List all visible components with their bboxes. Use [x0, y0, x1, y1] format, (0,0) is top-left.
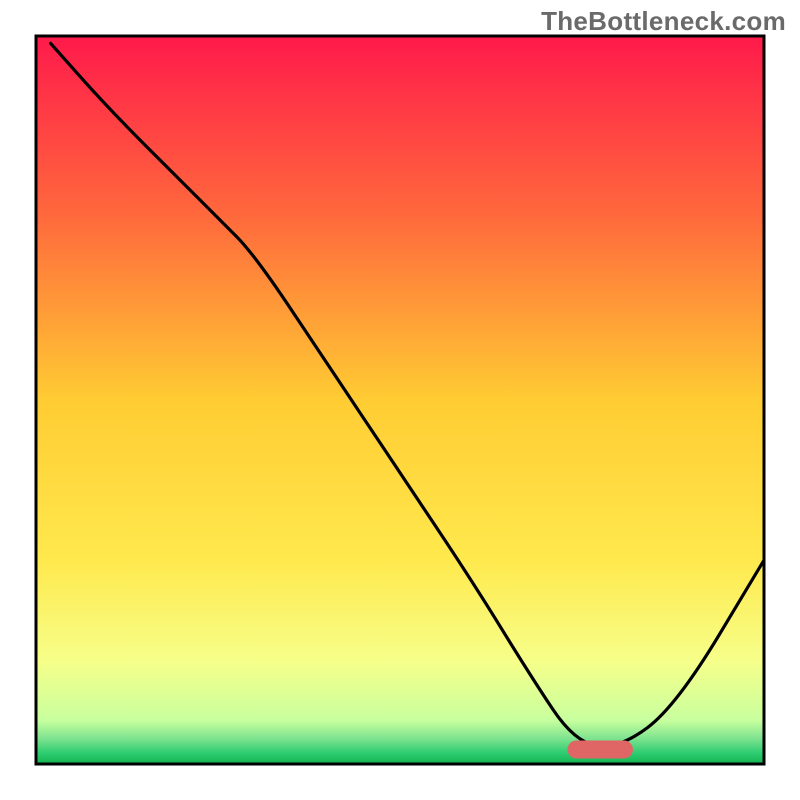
bottleneck-chart: [0, 0, 800, 800]
chart-image: TheBottleneck.com: [0, 0, 800, 800]
optimal-marker: [567, 740, 633, 758]
